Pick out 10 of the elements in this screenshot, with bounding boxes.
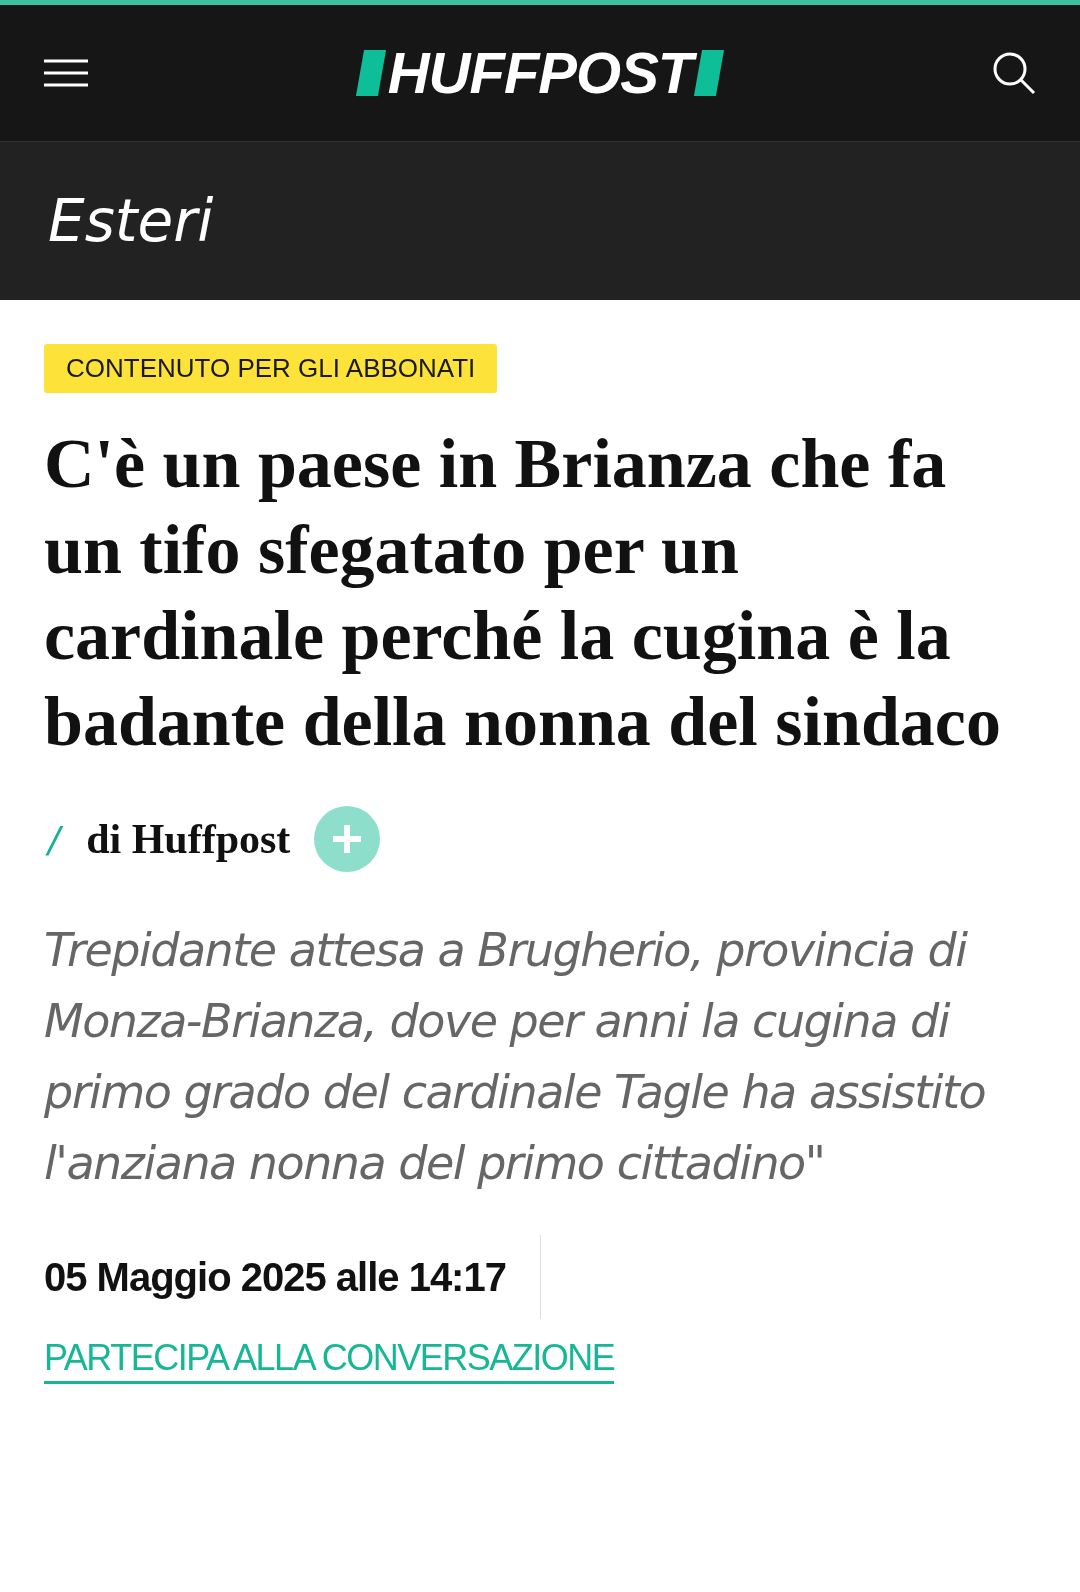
article-headline: C'è un paese in Brianza che fa un tifo sfegatato per un cardinale perché la cugina è la badante della nonna del sindaco <box>44 424 1002 762</box>
menu-icon[interactable] <box>44 59 88 87</box>
search-icon[interactable] <box>992 51 1036 95</box>
section-title: Esteri <box>48 187 214 255</box>
plus-icon <box>333 825 362 853</box>
author-name: di Huffpost <box>86 815 291 863</box>
article-summary: Trepidante attesa a Brugherio, provincia di Monza-Brianza, dove per anni la cugina di primo grado del cardinale Tagle ha assistito l'anziana nonna del primo cittadino" <box>44 922 987 1192</box>
subscriber-badge: CONTENUTO PER GLI ABBONATI <box>44 344 498 393</box>
site-logo[interactable]: HUFFPOST <box>359 44 721 102</box>
publish-date: 05 Maggio 2025 alle 14:17 <box>44 1254 506 1300</box>
